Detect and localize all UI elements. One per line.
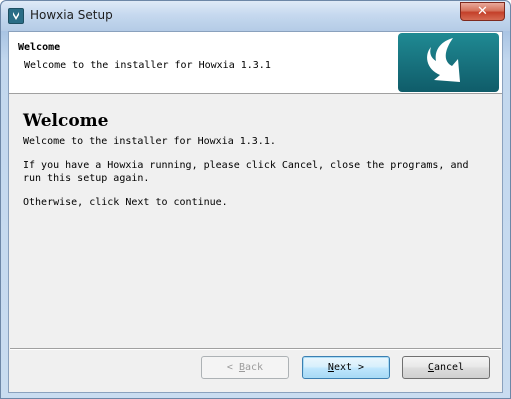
body-heading: Welcome xyxy=(23,111,109,131)
header-title: Welcome xyxy=(18,42,61,53)
back-button-prefix: < xyxy=(226,362,239,373)
back-button-label: ack xyxy=(245,362,264,373)
setup-window: Howxia Setup ✕ Welcome Welcome to the in… xyxy=(0,0,511,399)
client-area: Welcome Welcome to the installer for How… xyxy=(8,31,503,393)
header-logo xyxy=(398,33,499,92)
title-bar[interactable]: Howxia Setup ✕ xyxy=(1,1,510,31)
body-panel: Welcome Welcome to the installer for How… xyxy=(9,95,502,349)
body-text-line: Otherwise, click Next to continue. xyxy=(23,197,228,208)
cancel-button-label: ancel xyxy=(433,362,465,373)
cancel-button[interactable]: Cancel xyxy=(402,356,490,379)
close-button[interactable]: ✕ xyxy=(460,2,505,21)
body-text-line: run this setup again. xyxy=(23,173,150,184)
footer-separator xyxy=(10,348,501,350)
download-arrow-icon xyxy=(427,38,460,82)
next-button[interactable]: Next > xyxy=(302,356,390,379)
close-icon: ✕ xyxy=(477,4,488,19)
window-title: Howxia Setup xyxy=(30,8,113,22)
back-button[interactable]: < Back xyxy=(201,356,289,379)
header-subtitle: Welcome to the installer for Howxia 1.3.… xyxy=(24,60,271,71)
body-text-line: If you have a Howxia running, please cli… xyxy=(23,160,469,171)
next-button-suffix: > xyxy=(352,362,365,373)
next-button-label: ext xyxy=(333,362,353,373)
body-text-line: Welcome to the installer for Howxia 1.3.… xyxy=(23,136,276,147)
header-panel: Welcome Welcome to the installer for How… xyxy=(9,32,502,94)
app-icon xyxy=(8,8,24,24)
